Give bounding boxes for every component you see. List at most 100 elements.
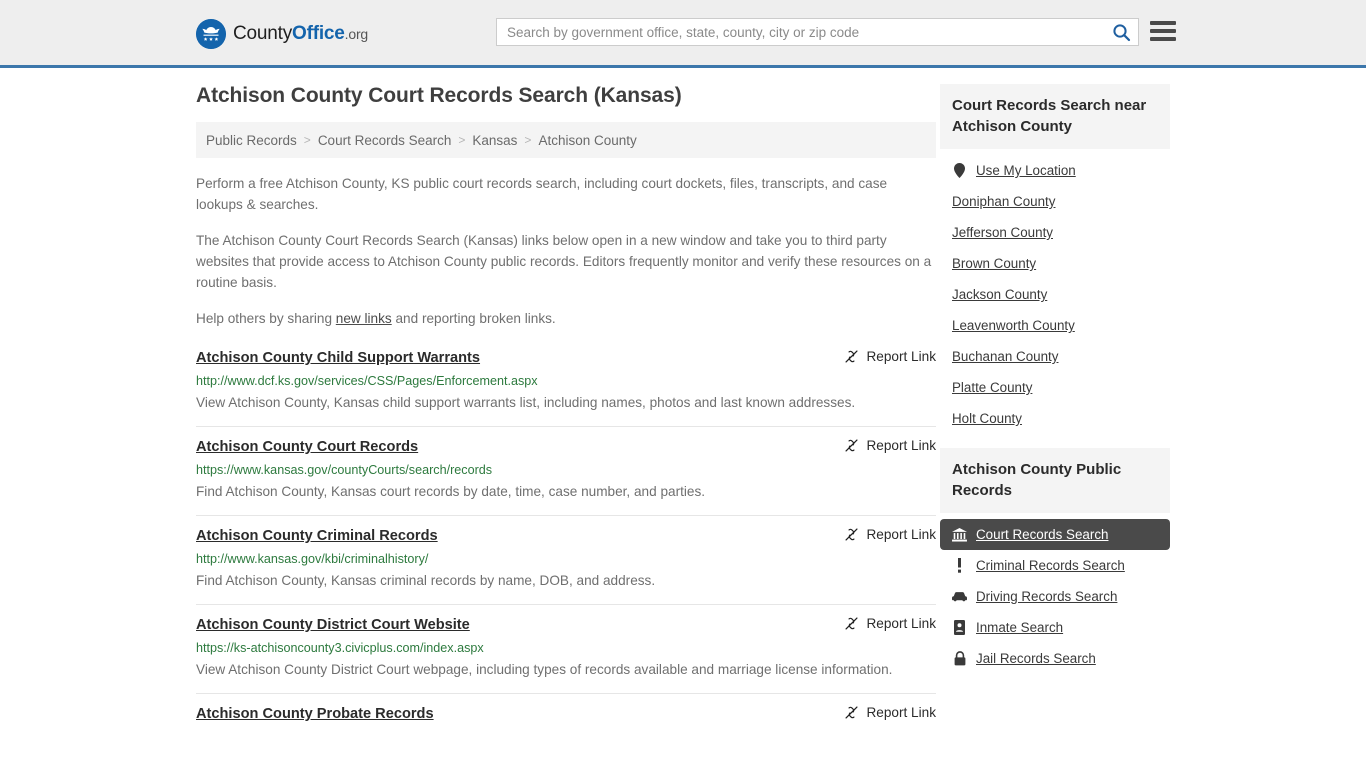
result-description: Find Atchison County, Kansas court recor… (196, 484, 706, 499)
public-records-list: Court Records Search Criminal Records Se… (940, 513, 1170, 674)
eagle-seal-icon (196, 19, 226, 49)
sidebar-item-brown-county[interactable]: Brown County (940, 248, 1170, 279)
sidebar-item-leavenworth-county[interactable]: Leavenworth County (940, 310, 1170, 341)
breadcrumb-separator-icon: > (458, 133, 466, 147)
sidebar-item-jail-records-search[interactable]: Jail Records Search (940, 643, 1170, 674)
result-item: Atchison County Criminal Records Report … (196, 515, 936, 604)
sidebar-item-use-my-location[interactable]: Use My Location (940, 155, 1170, 186)
sidebar-item-label: Use My Location (976, 163, 1076, 178)
search-bar[interactable] (496, 18, 1139, 46)
report-link-label: Report Link (866, 705, 936, 720)
sidebar-item-jefferson-county[interactable]: Jefferson County (940, 217, 1170, 248)
sidebar-item-criminal-records-search[interactable]: Criminal Records Search (940, 550, 1170, 581)
share-links-paragraph: Help others by sharing new links and rep… (196, 308, 936, 329)
hamburger-menu-icon[interactable] (1150, 20, 1176, 42)
page-title: Atchison County Court Records Search (Ka… (196, 84, 682, 107)
report-link-button[interactable]: Report Link (824, 527, 936, 542)
map-pin-icon (952, 163, 967, 178)
result-item: Atchison County Probate Records Report L… (196, 693, 936, 736)
intro-paragraph-2: The Atchison County Court Records Search… (196, 233, 932, 290)
result-item: Atchison County Child Support Warrants R… (196, 344, 936, 426)
main-content: Atchison County Court Records Search (Ka… (196, 84, 936, 736)
search-button[interactable] (1104, 19, 1138, 45)
result-header: Atchison County District Court Website R… (196, 616, 936, 635)
sidebar-item-label: Driving Records Search (976, 589, 1118, 604)
breadcrumb-item-public-records[interactable]: Public Records (206, 133, 297, 148)
result-title-link[interactable]: Atchison County Child Support Warrants (196, 349, 480, 368)
report-link-button[interactable]: Report Link (824, 349, 936, 364)
sidebar-item-platte-county[interactable]: Platte County (940, 372, 1170, 403)
site-header: CountyOffice.org (0, 0, 1366, 68)
result-url: http://www.dcf.ks.gov/services/CSS/Pages… (196, 374, 538, 388)
result-header: Atchison County Probate Records Report L… (196, 705, 936, 724)
nearby-court-records-card: Court Records Search near Atchison Count… (940, 84, 1170, 434)
broken-link-icon (845, 350, 859, 363)
sidebar-item-doniphan-county[interactable]: Doniphan County (940, 186, 1170, 217)
intro-paragraph-1: Perform a free Atchison County, KS publi… (196, 176, 888, 212)
breadcrumb-separator-icon: > (524, 133, 532, 147)
courthouse-icon (952, 527, 967, 542)
hamburger-bar (1150, 29, 1176, 33)
logo-text-county: County (233, 23, 293, 44)
sidebar-item-label: Platte County (952, 380, 1033, 395)
sidebar-item-inmate-search[interactable]: Inmate Search (940, 612, 1170, 643)
result-title-link[interactable]: Atchison County District Court Website (196, 616, 470, 635)
sidebar-item-driving-records-search[interactable]: Driving Records Search (940, 581, 1170, 612)
breadcrumb-item-court-records-search[interactable]: Court Records Search (318, 133, 452, 148)
result-title-link[interactable]: Atchison County Probate Records (196, 705, 434, 724)
sidebar-item-label: Criminal Records Search (976, 558, 1125, 573)
result-url: https://www.kansas.gov/countyCourts/sear… (196, 463, 493, 477)
result-header: Atchison County Child Support Warrants R… (196, 349, 936, 368)
report-link-label: Report Link (866, 438, 936, 453)
sidebar-item-label: Holt County (952, 411, 1022, 426)
sidebar-item-court-records-search[interactable]: Court Records Search (940, 519, 1170, 550)
new-links-link[interactable]: new links (336, 311, 392, 326)
intro-text: Perform a free Atchison County, KS publi… (196, 173, 936, 329)
report-link-button[interactable]: Report Link (824, 438, 936, 453)
sidebar-item-label: Jail Records Search (976, 651, 1096, 666)
result-title-link[interactable]: Atchison County Criminal Records (196, 527, 438, 546)
id-badge-icon (952, 620, 967, 635)
result-header: Atchison County Court Records Report Lin… (196, 438, 936, 457)
result-description: View Atchison County, Kansas child suppo… (196, 395, 856, 410)
breadcrumb-separator-icon: > (303, 133, 311, 147)
lock-icon (952, 651, 967, 666)
public-records-card: Atchison County Public Records Court Rec… (940, 448, 1170, 674)
sidebar-item-holt-county[interactable]: Holt County (940, 403, 1170, 434)
hamburger-bar (1150, 37, 1176, 41)
breadcrumb-item-kansas[interactable]: Kansas (472, 133, 517, 148)
report-link-label: Report Link (866, 527, 936, 542)
report-link-label: Report Link (866, 616, 936, 631)
broken-link-icon (845, 439, 859, 452)
result-description: Find Atchison County, Kansas criminal re… (196, 573, 656, 588)
report-link-button[interactable]: Report Link (824, 705, 936, 720)
result-title-link[interactable]: Atchison County Court Records (196, 438, 418, 457)
sidebar-item-label: Leavenworth County (952, 318, 1075, 333)
report-link-button[interactable]: Report Link (824, 616, 936, 631)
sidebar-item-label: Doniphan County (952, 194, 1056, 209)
result-url: https://ks-atchisoncounty3.civicplus.com… (196, 641, 484, 655)
search-icon (1112, 23, 1130, 41)
logo-text-office: Office (292, 23, 345, 44)
breadcrumb: Public Records > Court Records Search > … (196, 122, 936, 158)
exclamation-icon (952, 558, 967, 573)
sidebar-item-buchanan-county[interactable]: Buchanan County (940, 341, 1170, 372)
site-logo[interactable]: CountyOffice.org (196, 19, 368, 49)
breadcrumb-item-atchison-county[interactable]: Atchison County (538, 133, 636, 148)
logo-text-org: .org (344, 26, 369, 42)
share-suffix: and reporting broken links. (391, 311, 556, 326)
result-item: Atchison County District Court Website R… (196, 604, 936, 693)
sidebar-item-label: Jackson County (952, 287, 1048, 302)
sidebar-item-label: Brown County (952, 256, 1037, 271)
sidebar-item-jackson-county[interactable]: Jackson County (940, 279, 1170, 310)
broken-link-icon (845, 617, 859, 630)
broken-link-icon (845, 528, 859, 541)
sidebar-item-label: Inmate Search (976, 620, 1064, 635)
broken-link-icon (845, 706, 859, 719)
results-list: Atchison County Child Support Warrants R… (196, 344, 936, 736)
sidebar: Court Records Search near Atchison Count… (940, 84, 1170, 688)
share-prefix: Help others by sharing (196, 311, 336, 326)
search-input[interactable] (497, 19, 1104, 45)
result-description: View Atchison County District Court webp… (196, 662, 893, 677)
public-records-card-title: Atchison County Public Records (940, 448, 1170, 513)
